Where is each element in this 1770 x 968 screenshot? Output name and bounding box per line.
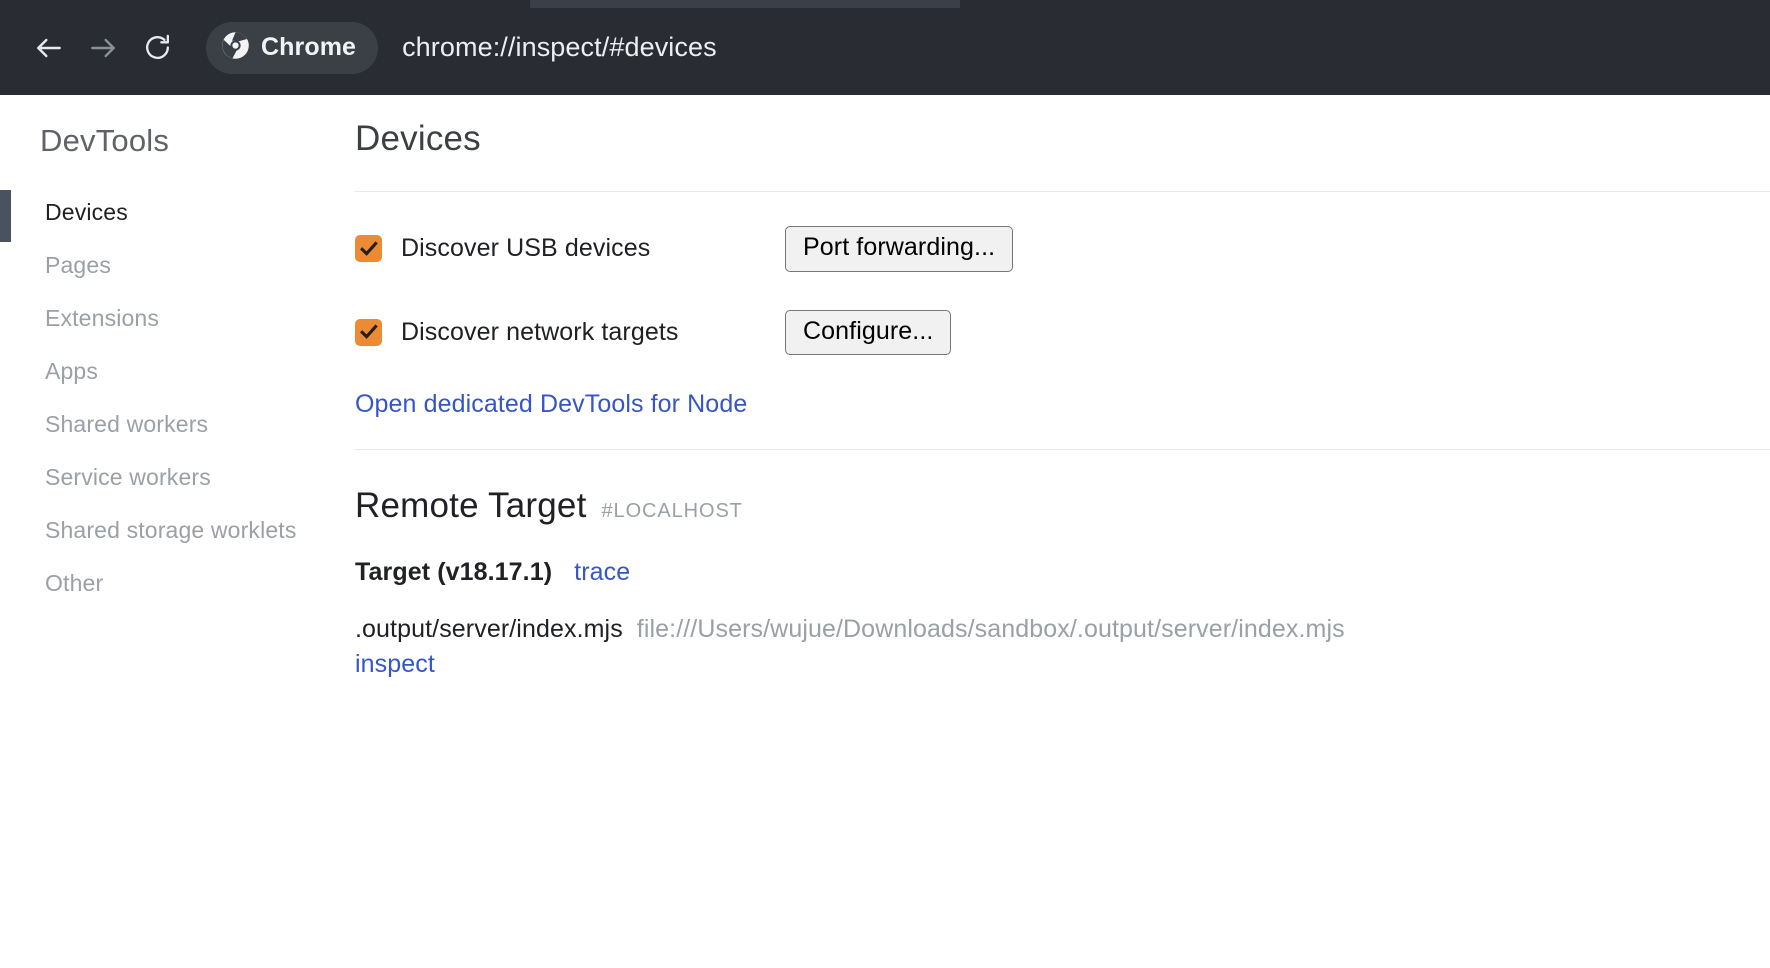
arrow-right-icon bbox=[87, 32, 119, 64]
target-detail-row: .output/server/index.mjs file:///Users/w… bbox=[355, 615, 1770, 644]
target-file-name: .output/server/index.mjs bbox=[355, 615, 623, 643]
sidebar-title: DevTools bbox=[40, 123, 170, 158]
remote-target-header: Remote Target #LOCALHOST bbox=[355, 486, 1770, 526]
address-bar-url[interactable]: chrome://inspect/#devices bbox=[402, 32, 717, 63]
target-row: Target (v18.17.1) trace bbox=[355, 558, 1770, 587]
discover-network-row: Discover network targets Configure... bbox=[355, 309, 1770, 355]
chrome-chip[interactable]: Chrome bbox=[206, 21, 379, 74]
forward-button[interactable] bbox=[76, 21, 130, 75]
page-title: Devices bbox=[355, 119, 481, 158]
checkbox-checked-icon[interactable] bbox=[355, 318, 382, 346]
target-file-url: file:///Users/wujue/Downloads/sandbox/.o… bbox=[636, 615, 1345, 643]
sidebar-item-extensions[interactable]: Extensions bbox=[0, 292, 353, 345]
sidebar-item-shared-workers[interactable]: Shared workers bbox=[0, 398, 353, 451]
remote-target-host-badge: #LOCALHOST bbox=[601, 500, 743, 522]
discover-network-checkbox-group[interactable]: Discover network targets bbox=[355, 318, 785, 347]
tab-strip-stub bbox=[530, 0, 960, 8]
open-dedicated-devtools-node-link[interactable]: Open dedicated DevTools for Node bbox=[355, 390, 747, 419]
sidebar-item-shared-storage-worklets[interactable]: Shared storage worklets bbox=[0, 504, 353, 557]
chrome-chip-label: Chrome bbox=[261, 33, 357, 61]
trace-link[interactable]: trace bbox=[574, 558, 630, 587]
sidebar-item-apps[interactable]: Apps bbox=[0, 345, 353, 398]
port-forwarding-button[interactable]: Port forwarding... bbox=[785, 226, 1014, 272]
chrome-logo-icon bbox=[221, 31, 250, 65]
checkbox-checked-icon[interactable] bbox=[355, 235, 382, 263]
sidebar-item-other[interactable]: Other bbox=[0, 557, 353, 610]
sidebar-nav-list: Devices Pages Extensions Apps Shared wor… bbox=[0, 186, 353, 610]
sidebar-item-devices[interactable]: Devices bbox=[0, 186, 353, 242]
main-content: Devices Discover USB devices Port forwar… bbox=[353, 95, 1770, 968]
remote-target-title: Remote Target bbox=[355, 486, 587, 525]
arrow-left-icon bbox=[33, 32, 65, 64]
target-name: Target (v18.17.1) bbox=[355, 558, 553, 586]
discover-network-label: Discover network targets bbox=[401, 317, 679, 346]
sidebar: DevTools Devices Pages Extensions Apps S… bbox=[0, 95, 353, 968]
discover-usb-checkbox-group[interactable]: Discover USB devices bbox=[355, 234, 785, 263]
sidebar-item-service-workers[interactable]: Service workers bbox=[0, 451, 353, 504]
configure-button[interactable]: Configure... bbox=[785, 309, 952, 355]
discover-usb-row: Discover USB devices Port forwarding... bbox=[355, 226, 1770, 272]
reload-button[interactable] bbox=[130, 21, 184, 75]
back-button[interactable] bbox=[22, 21, 76, 75]
reload-icon bbox=[142, 32, 173, 63]
discover-usb-label: Discover USB devices bbox=[401, 234, 651, 263]
remote-target-divider bbox=[355, 449, 1770, 450]
inspect-page: DevTools Devices Pages Extensions Apps S… bbox=[0, 95, 1770, 968]
sidebar-item-pages[interactable]: Pages bbox=[0, 239, 353, 292]
heading-divider bbox=[355, 191, 1770, 192]
inspect-link[interactable]: inspect bbox=[355, 650, 1770, 679]
browser-toolbar: Chrome chrome://inspect/#devices bbox=[0, 0, 1770, 95]
